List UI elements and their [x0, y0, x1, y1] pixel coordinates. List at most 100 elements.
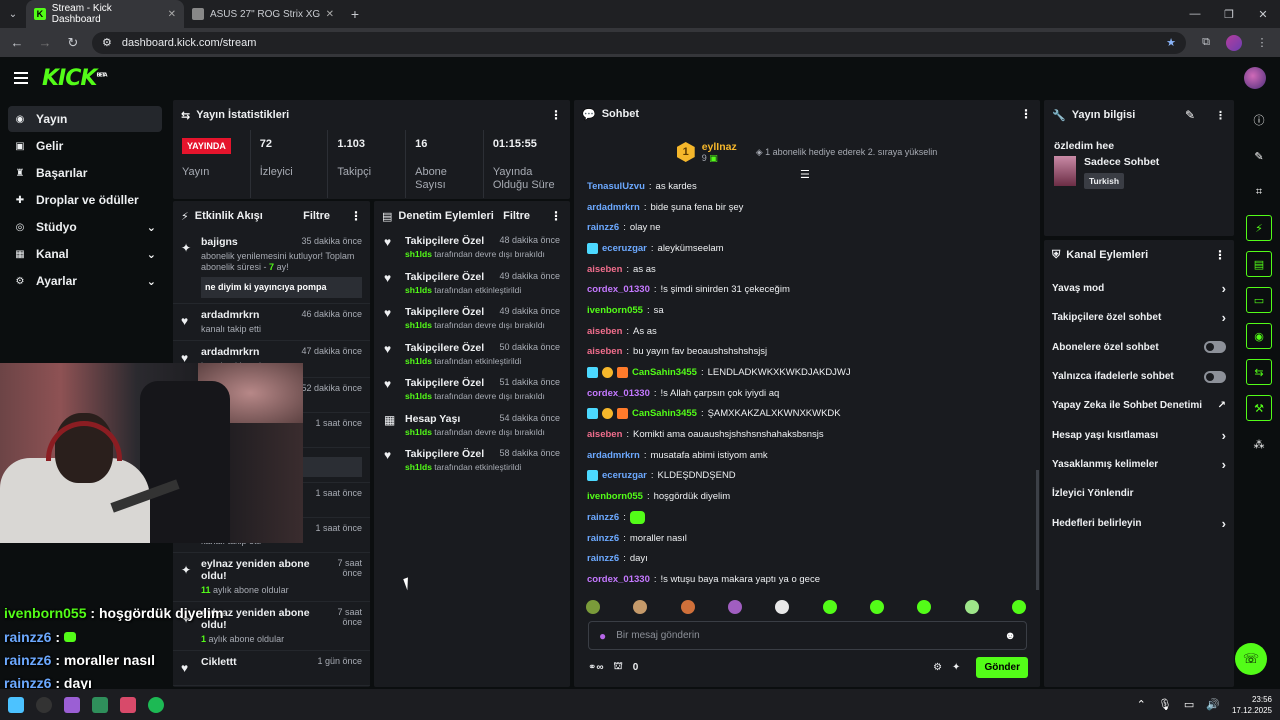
- close-window-icon[interactable]: ✕: [1246, 8, 1280, 21]
- event-item[interactable]: ♥ ardadmrkrn 46 dakika önce kanalı takip et…: [173, 304, 370, 341]
- sidebar-item-6[interactable]: ⚙ Ayarlar ⌄: [8, 268, 162, 294]
- chat-message[interactable]: ardadmrkrn: bide şuna fena bir şey: [587, 197, 1027, 218]
- chat-message[interactable]: aiseben: Komikti ama oauaushsjshshsnshaha…: [587, 424, 1027, 445]
- chat-message[interactable]: CanSahin3455: LENDLADKWKXKWKDJAKDJWJ: [587, 362, 1027, 383]
- sidebar-item-2[interactable]: ♜ Başarılar: [8, 160, 162, 186]
- event-item[interactable]: ✦ bajigns 35 dakika önce abonelik yenilemes…: [173, 231, 370, 304]
- clock[interactable]: 23:56 17.12.2025: [1232, 694, 1272, 716]
- chat-username[interactable]: ardadmrkrn: [587, 450, 640, 461]
- chat-username[interactable]: aiseben: [587, 264, 622, 275]
- search-icon[interactable]: [36, 696, 52, 713]
- chat-message[interactable]: eceruzgar: aleykümseelam: [587, 238, 1027, 259]
- tab-search-icon[interactable]: ⌄: [0, 3, 26, 25]
- wrench-icon[interactable]: ⚒: [1246, 395, 1272, 421]
- toggle-switch[interactable]: [1204, 341, 1226, 354]
- emote-icon[interactable]: [822, 600, 837, 614]
- microphone-icon[interactable]: 🎙: [1158, 698, 1172, 711]
- channel-action-item[interactable]: Yasaklanmış kelimeler ›: [1044, 450, 1234, 479]
- channel-action-item[interactable]: İzleyici Yönlendir: [1044, 479, 1234, 508]
- channel-action-item[interactable]: Hesap yaşı kısıtlaması ›: [1044, 420, 1234, 449]
- more-options-icon[interactable]: ⋮: [550, 209, 562, 223]
- emote-icon[interactable]: [680, 600, 695, 614]
- moderation-item[interactable]: ▦ Hesap Yaşı 54 dakika önce sh1lds tarafınd…: [374, 409, 570, 445]
- new-tab-icon[interactable]: +: [342, 3, 368, 25]
- user-avatar[interactable]: [1244, 67, 1266, 89]
- chat-message[interactable]: rainzz6: dayı: [587, 548, 1027, 569]
- chevron-right-icon[interactable]: ›: [1222, 428, 1226, 443]
- chat-username[interactable]: aiseben: [587, 346, 622, 357]
- moderation-item[interactable]: ♥ Takipçilere Özel 58 dakika önce sh1lds ta…: [374, 444, 570, 480]
- collapse-pinned-icon[interactable]: ☰: [800, 168, 810, 181]
- chevron-up-icon[interactable]: ⌃: [1137, 698, 1146, 711]
- chevron-down-icon[interactable]: ⌄: [147, 275, 156, 288]
- chat-username[interactable]: ivenborn055: [587, 305, 643, 316]
- emoji-icon[interactable]: ☻: [1004, 630, 1016, 642]
- moderation-item[interactable]: ♥ Takipçilere Özel 48 dakika önce sh1lds ta…: [374, 231, 570, 267]
- pencil-icon[interactable]: ✎: [1246, 143, 1272, 169]
- chat-message[interactable]: eceruzgar: KLDEŞDNDŞEND: [587, 466, 1027, 487]
- apps-icon[interactable]: ⁂: [1246, 431, 1272, 457]
- minimize-icon[interactable]: —: [1178, 8, 1212, 21]
- broadcast-icon[interactable]: ◉: [1246, 323, 1272, 349]
- pinned-leaderboard[interactable]: 1 eylInaz 9 ▣ ◈ 1 abonelik hediye ederek…: [574, 128, 1040, 181]
- volume-icon[interactable]: 🔊: [1206, 698, 1220, 711]
- channel-points-icon[interactable]: ⚭∞: [588, 662, 604, 673]
- start-icon[interactable]: [8, 696, 24, 713]
- edit-icon[interactable]: ✎: [1185, 108, 1195, 122]
- chat-username[interactable]: eceruzgar: [602, 470, 647, 481]
- chat-username[interactable]: rainzz6: [587, 512, 619, 523]
- chat-bubble-icon[interactable]: ▭: [1246, 287, 1272, 313]
- channel-action-item[interactable]: Yapay Zeka ile Sohbet Denetimi ↗: [1044, 391, 1234, 420]
- hamburger-menu-icon[interactable]: [14, 72, 28, 84]
- chat-message[interactable]: aiseben: As as: [587, 321, 1027, 342]
- more-options-icon[interactable]: ⋮: [1020, 107, 1032, 121]
- emote-icon[interactable]: [775, 600, 790, 614]
- puzzle-icon[interactable]: ✦: [952, 662, 960, 673]
- channel-action-item[interactable]: Abonelere özel sohbet: [1044, 333, 1234, 362]
- chat-message[interactable]: aiseben: as as: [587, 259, 1027, 280]
- sidebar-item-5[interactable]: ▦ Kanal ⌄: [8, 241, 162, 267]
- emote-icon[interactable]: [917, 600, 932, 614]
- chat-username[interactable]: rainzz6: [587, 533, 619, 544]
- sidebar-item-3[interactable]: ✚ Droplar ve ödüller: [8, 187, 162, 213]
- chevron-right-icon[interactable]: ›: [1222, 516, 1226, 531]
- event-item[interactable]: ✦ eylnaz yeniden abone oldu! 7 saat önce 11…: [173, 553, 370, 603]
- stats-icon[interactable]: ⇆: [1246, 359, 1272, 385]
- sidebar-item-4[interactable]: ◎ Stüdyo ⌄: [8, 214, 162, 240]
- channel-action-item[interactable]: Yalnızca ifadelerle sohbet: [1044, 362, 1234, 391]
- chat-scrollbar[interactable]: [1036, 470, 1039, 590]
- chat-username[interactable]: ardadmrkrn: [587, 202, 640, 213]
- info-icon[interactable]: ⓘ: [1246, 107, 1272, 133]
- chat-message[interactable]: ivenborn055: hoşgördük diyelim: [587, 486, 1027, 507]
- chat-username[interactable]: TenasulUzvu: [587, 181, 645, 192]
- sidebar-item-0[interactable]: ◉ Yayın: [8, 106, 162, 132]
- chevron-down-icon[interactable]: ⌄: [147, 248, 156, 261]
- kick-logo[interactable]: KICKBETA: [42, 66, 108, 91]
- more-options-icon[interactable]: ⋮: [350, 209, 362, 223]
- forward-icon[interactable]: →: [36, 35, 54, 50]
- send-button[interactable]: Gönder: [976, 656, 1028, 678]
- close-tab-icon[interactable]: ✕: [326, 9, 334, 20]
- site-info-icon[interactable]: ⚙: [102, 36, 112, 49]
- more-options-icon[interactable]: ⋮: [1214, 248, 1226, 262]
- chevron-right-icon[interactable]: ›: [1222, 457, 1226, 472]
- chat-username[interactable]: CanSahin3455: [632, 367, 697, 378]
- chat-username[interactable]: rainzz6: [587, 553, 619, 564]
- toggle-switch[interactable]: [1204, 370, 1226, 383]
- emote-icon[interactable]: [869, 600, 884, 614]
- back-icon[interactable]: ←: [8, 35, 26, 50]
- emote-icon[interactable]: [633, 600, 648, 614]
- emote-icon[interactable]: [586, 600, 600, 614]
- network-icon[interactable]: ▭: [1184, 698, 1194, 711]
- more-options-icon[interactable]: ⋮: [1215, 109, 1226, 122]
- chat-username[interactable]: cordex_01330: [587, 284, 650, 295]
- more-options-icon[interactable]: ⋮: [550, 108, 562, 122]
- microphone-icon[interactable]: ●: [599, 629, 606, 643]
- chat-username[interactable]: aiseben: [587, 326, 622, 337]
- chat-message[interactable]: cordex_01330: !s wtuşu baya makara yaptı …: [587, 569, 1027, 590]
- reload-icon[interactable]: ↻: [64, 35, 82, 51]
- chat-message[interactable]: aiseben: bu yayın fav beoaushshshshsjsj: [587, 342, 1027, 363]
- moderation-item[interactable]: ♥ Takipçilere Özel 51 dakika önce sh1lds ta…: [374, 373, 570, 409]
- chat-username[interactable]: aiseben: [587, 429, 622, 440]
- app-icon[interactable]: [92, 696, 108, 713]
